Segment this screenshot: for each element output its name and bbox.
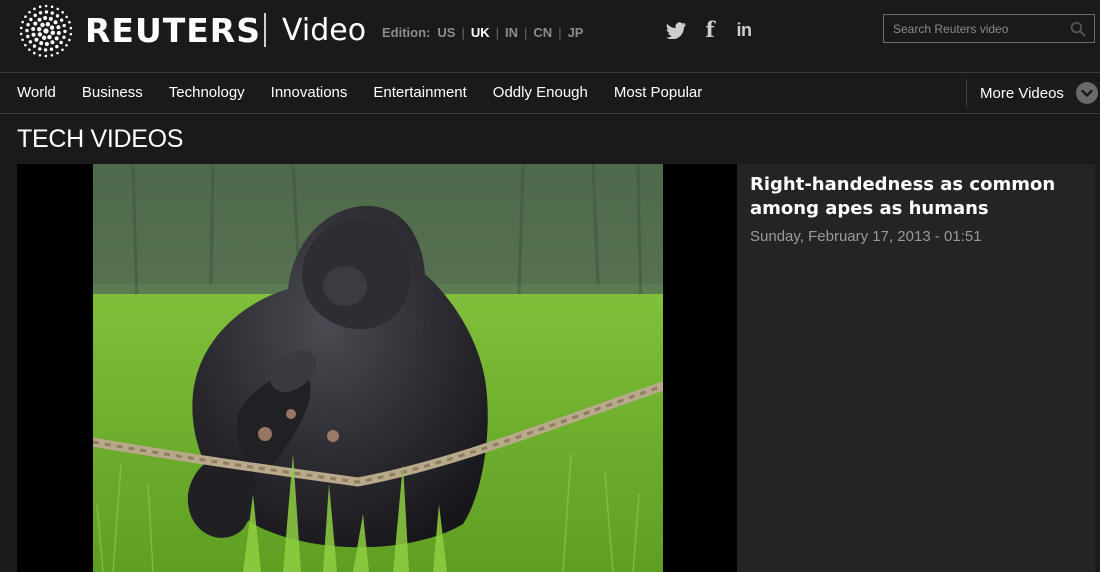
- search-input[interactable]: [884, 15, 1064, 42]
- edition-uk-link[interactable]: UK: [471, 25, 490, 41]
- video-date: Sunday, February 17, 2013 - 01:51: [750, 228, 982, 245]
- nav-item-business[interactable]: Business: [82, 73, 143, 113]
- brand-wordmark[interactable]: REUTERS: [85, 9, 261, 53]
- search-icon[interactable]: [1070, 21, 1086, 37]
- video-frame[interactable]: [93, 164, 663, 572]
- section-name[interactable]: Video: [282, 11, 366, 51]
- nav-item-technology[interactable]: Technology: [169, 73, 245, 113]
- nav-item-innovations[interactable]: Innovations: [271, 73, 348, 113]
- edition-jp-link[interactable]: JP: [568, 25, 584, 41]
- edition-us-link[interactable]: US: [437, 25, 455, 41]
- edition-cn-link[interactable]: CN: [533, 25, 552, 41]
- nav-item-oddly-enough[interactable]: Oddly Enough: [493, 73, 588, 113]
- reuters-logo-icon[interactable]: [16, 3, 76, 59]
- nav-item-most-popular[interactable]: Most Popular: [614, 73, 702, 113]
- nav-item-entertainment[interactable]: Entertainment: [373, 73, 466, 113]
- video-title-link[interactable]: Right-handedness as common among apes as…: [750, 173, 1070, 221]
- nav-item-world[interactable]: World: [17, 73, 56, 113]
- more-videos-button[interactable]: More Videos: [980, 73, 1098, 113]
- main-nav: World Business Technology Innovations En…: [0, 72, 1100, 114]
- video-info-panel: Right-handedness as common among apes as…: [737, 164, 1095, 572]
- nav-divider: [966, 79, 967, 107]
- edition-label: Edition:: [382, 25, 431, 40]
- chevron-down-icon[interactable]: [1075, 82, 1098, 104]
- video-player[interactable]: [17, 164, 737, 572]
- search-box: [883, 14, 1095, 43]
- site-header: REUTERS Video Edition: US | UK | IN | CN…: [0, 0, 1100, 72]
- facebook-icon[interactable]: f: [700, 19, 720, 41]
- social-links: f in: [666, 19, 768, 41]
- edition-in-link[interactable]: IN: [505, 25, 518, 41]
- page-title: TECH VIDEOS: [17, 125, 184, 153]
- linkedin-icon[interactable]: in: [734, 19, 754, 41]
- header-divider: [264, 13, 266, 47]
- edition-selector: Edition: US | UK | IN | CN | JP: [382, 25, 584, 41]
- twitter-icon[interactable]: [666, 19, 686, 41]
- more-videos-label: More Videos: [980, 84, 1064, 102]
